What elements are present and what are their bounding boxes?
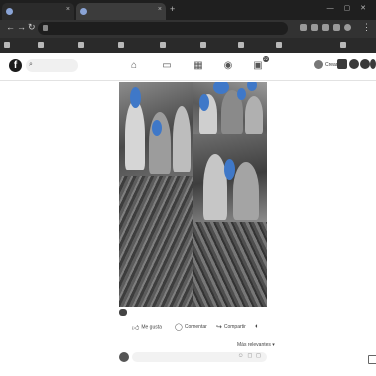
person-figure [245,96,263,134]
gaming-icon[interactable]: ▣ 22 [251,56,269,72]
forward-arrow-icon[interactable]: → [17,23,26,32]
face-blur-marker [224,159,235,180]
account-menu-icon[interactable] [370,59,376,69]
audience-selector[interactable]: ◐ [255,323,261,335]
photo-tile [193,222,267,307]
reaction-icon[interactable] [119,309,127,316]
create-label: Crear [325,62,338,68]
avatar [314,60,323,69]
reaction-summary [119,308,267,317]
profile-avatar-icon[interactable] [344,24,351,31]
extension-icon[interactable] [333,24,340,31]
notification-badge: 22 [262,56,269,62]
bookmark-icon [276,42,282,48]
comment-bubble-icon: ◯ [175,324,183,331]
comment-button[interactable]: ◯ Comentar [175,323,207,335]
comment-sort-dropdown[interactable]: Más relevantes ▾ [237,342,275,348]
face-blur-marker [199,94,209,111]
face-blur-marker [130,87,141,108]
post-photo-collage[interactable] [119,82,267,307]
photo-tile [119,176,193,307]
lock-icon [43,25,48,31]
search-input[interactable]: ⌕ [26,59,78,72]
comment-composer: ☺ ◻ ◻ [119,350,267,364]
extension-icon[interactable] [311,24,318,31]
bookmark-icon [38,42,44,48]
reload-icon[interactable]: ↻ [28,23,36,32]
share-button[interactable]: ↪ Compartir [216,323,246,335]
facebook-favicon-icon [6,8,13,15]
marketplace-icon[interactable]: ▦ [191,59,205,72]
bookmark-icon [238,42,244,48]
window-controls[interactable]: — ▢ ✕ [327,4,370,12]
messenger-icon[interactable] [349,59,359,69]
new-tab-button[interactable]: + [170,5,175,14]
person-figure [233,162,259,220]
notifications-bell-icon[interactable] [360,59,370,69]
back-arrow-icon[interactable]: ← [6,23,15,32]
like-button[interactable]: 👍︎ Me gusta [132,323,162,335]
facebook-logo-icon[interactable]: f [9,59,22,72]
browser-toolbar: ← → ↻ ⋮ [0,20,376,38]
address-bar[interactable] [38,22,288,35]
post-action-bar: 👍︎ Me gusta ◯ Comentar ↪ Compartir ◐ [119,323,267,335]
bookmark-icon [200,42,206,48]
person-figure [203,154,227,220]
bookmark-icon [118,42,124,48]
thumbs-up-icon: 👍︎ [132,325,140,332]
avatar [119,352,129,362]
close-tab-icon[interactable]: × [66,6,70,13]
person-figure [125,100,145,170]
search-icon: ⌕ [29,61,33,68]
person-figure [173,106,191,172]
bookmarks-bar [0,38,376,53]
browser-tab-active[interactable]: × [76,3,166,20]
video-icon[interactable]: ▭ [160,59,174,72]
browser-tab-facebook[interactable]: × [2,3,74,20]
bookmark-icon [160,42,166,48]
share-arrow-icon: ↪ [216,324,222,331]
bookmark-icon [340,42,346,48]
new-message-edit-icon[interactable] [368,355,376,364]
home-icon[interactable]: ⌂ [127,59,141,72]
extension-icon[interactable] [300,24,307,31]
comment-input[interactable]: ☺ ◻ ◻ [132,352,267,362]
browser-tab-strip: × × + — ▢ ✕ [0,0,376,20]
facebook-favicon-icon [80,8,87,15]
bookmark-icon [78,42,84,48]
bookmark-icon [4,42,10,48]
close-tab-icon[interactable]: × [158,6,162,13]
emoji-gif-sticker-icons[interactable]: ☺ ◻ ◻ [238,353,262,359]
face-blur-marker [152,120,162,136]
globe-icon: ◐ [255,323,260,330]
browser-menu-icon[interactable]: ⋮ [362,23,371,32]
facebook-header: f ⌕ ⌂ ▭ ▦ ◉ ▣ 22 Crear [0,53,376,81]
extension-icon[interactable] [322,24,329,31]
menu-grid-icon[interactable] [337,59,347,69]
groups-icon[interactable]: ◉ [221,59,235,72]
face-blur-marker [237,88,246,100]
